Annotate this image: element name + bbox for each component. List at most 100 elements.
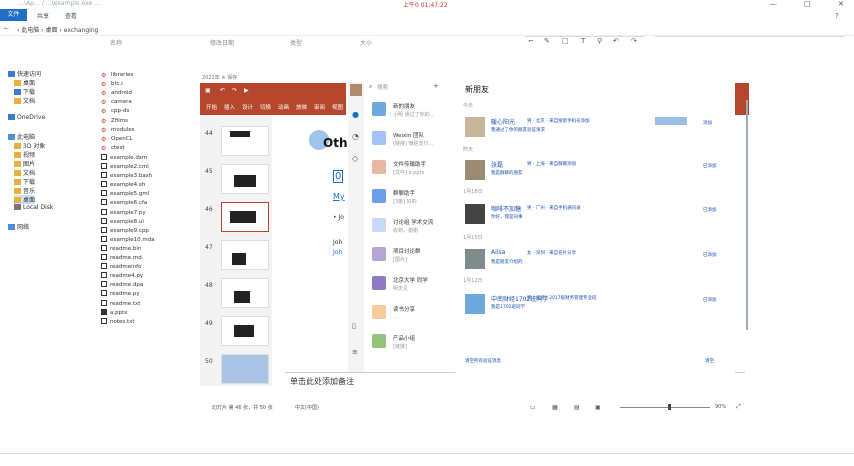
file-item[interactable]: example4.sh [101, 181, 145, 189]
sidebar-item[interactable]: 网络 [8, 222, 29, 231]
accept-button[interactable] [655, 117, 687, 125]
breadcrumb[interactable]: › 此电脑 › 桌面 › exchanging [17, 25, 98, 34]
sorter-view-icon[interactable]: ▦ [552, 404, 558, 411]
language-status[interactable]: 中文(中国) [295, 404, 319, 411]
ppt-menu-tab[interactable]: 放映 [296, 103, 307, 111]
tab-share[interactable]: 共享 [37, 11, 49, 20]
file-item[interactable]: readme.txt [101, 299, 140, 308]
file-item[interactable]: ⚙ bfc.l [101, 81, 123, 89]
chat-list-item[interactable]: 群聊助手 [3条] 好的 [372, 189, 452, 215]
chat-list-item[interactable]: 文件传输助手 [文件] a.pptx [372, 160, 452, 186]
redo-icon[interactable]: ↷ [232, 87, 237, 94]
minimize-button[interactable]: — [770, 0, 777, 8]
sidebar-item[interactable]: 下载 [14, 177, 35, 186]
tab-view[interactable]: 查看 [65, 11, 77, 20]
scrollbar[interactable] [745, 100, 750, 330]
slide-thumbnail[interactable] [221, 316, 269, 346]
file-item[interactable]: example.dsm [101, 153, 147, 162]
friend-request-item[interactable]: Ailsa 女 · 深圳 · 来自名片分享 我是朋友介绍的 已添加 [465, 249, 730, 279]
file-item[interactable]: example6.cfa [101, 199, 147, 207]
sidebar-item[interactable]: 桌面 [14, 195, 36, 204]
sidebar-item[interactable]: 文档 [14, 96, 35, 105]
sidebar-item[interactable]: 文档 [14, 168, 35, 177]
chat-list-item[interactable]: Weixin 团队 [链接] 微信支付… [372, 131, 452, 157]
friend-request-item[interactable]: 中南财经1702班同学男 · 武汉 · 2017级财务管理专业班 我是1702班同… [465, 294, 730, 324]
chat-list-item[interactable]: 北京大学 同学 明天见 [372, 276, 452, 302]
column-date[interactable]: 修改日期 [210, 38, 234, 47]
sidebar-item[interactable]: OneDrive [8, 114, 45, 123]
friend-request-item[interactable]: 暖心阳光 男 · 北京 · 来自搜索手机号添加 我通过了你的朋友验证请求 添加 [465, 117, 730, 147]
file-item[interactable]: readme.dpa [101, 281, 143, 289]
friend-name[interactable]: 暖心阳光 [491, 117, 515, 126]
slide-thumbnail[interactable] [221, 164, 269, 194]
file-item[interactable]: example5.gml [101, 190, 149, 198]
file-tab[interactable]: 文件 [0, 9, 27, 21]
file-item[interactable]: readme.py [101, 290, 140, 298]
help-icon[interactable]: ? [835, 12, 839, 20]
file-item[interactable]: readme.bin [101, 244, 141, 253]
friend-name[interactable]: 张磊 [491, 160, 503, 169]
chat-list-item[interactable]: 产品小组 [链接] [372, 334, 452, 360]
file-item[interactable]: ⚙ android [101, 90, 132, 98]
close-button[interactable]: ✕ [838, 0, 844, 8]
file-item[interactable]: example10.mda [101, 235, 155, 244]
friend-status[interactable]: 添加 [703, 120, 712, 126]
chat-list-item[interactable]: 讨论组 学术交流 收到，谢谢 [372, 218, 452, 244]
add-icon[interactable]: + [433, 82, 439, 90]
sidebar-item[interactable]: 3D 对象 [14, 141, 45, 150]
zoom-slider-thumb[interactable] [668, 404, 671, 410]
file-item[interactable]: readmeinfo [101, 263, 141, 271]
zoom-slider[interactable] [620, 407, 710, 408]
sidebar-item[interactable]: 图片 [14, 159, 35, 168]
chat-list-item[interactable]: 项目讨论群 [图片] [372, 247, 452, 273]
menu-icon[interactable]: ≡ [352, 348, 358, 356]
chat-icon[interactable]: ● [352, 110, 359, 119]
sidebar-item[interactable]: Local Disk [14, 204, 53, 213]
file-item[interactable]: ⚙ OpenCL [101, 136, 133, 144]
file-item[interactable]: a.pptx [101, 308, 128, 317]
back-icon[interactable]: ← [4, 25, 9, 32]
slide-thumbnail[interactable] [221, 202, 269, 232]
reading-view-icon[interactable]: ▤ [574, 404, 580, 411]
sidebar-item[interactable]: 视频 [14, 150, 35, 159]
normal-view-icon[interactable]: ▭ [530, 404, 536, 411]
search-input[interactable]: 搜索 [377, 83, 388, 91]
slide-thumbnail[interactable] [221, 240, 269, 270]
file-item[interactable]: ⚙ ctest [101, 145, 125, 153]
save-icon[interactable]: ▣ [205, 87, 211, 94]
undo-icon[interactable]: ↶ [220, 87, 225, 94]
clear-all-link[interactable]: 清空所有验证消息 [465, 358, 501, 364]
file-item[interactable]: ⚙ libraries [101, 72, 133, 80]
file-item[interactable]: readme.md [101, 254, 142, 262]
friend-name[interactable]: 咖啡不加糖 [491, 204, 521, 213]
start-show-icon[interactable]: ▶ [244, 87, 249, 94]
chat-list-item[interactable]: 读书分享… [372, 305, 452, 331]
friend-request-item[interactable]: 张磊 男 · 上海 · 来自群聊添加 我是群聊的朋友 已添加 [465, 160, 730, 190]
contacts-icon[interactable]: ◔ [352, 132, 359, 141]
file-item[interactable]: ⚙ Zfilms [101, 118, 128, 126]
ppt-menu-tab[interactable]: 切换 [260, 103, 271, 111]
sidebar-item[interactable]: 下载 [14, 87, 35, 96]
sidebar-item[interactable]: 此电脑 [8, 132, 35, 141]
column-name[interactable]: 名称 [110, 38, 122, 47]
slide-thumbnail[interactable] [221, 126, 269, 156]
file-item[interactable]: example8.ui [101, 217, 144, 226]
ppt-menu-tab[interactable]: 动画 [278, 103, 289, 111]
file-item[interactable]: example2.cml [101, 163, 149, 171]
clear-link[interactable]: 清空 [705, 358, 714, 364]
slide-editor[interactable]: Oth 0 My • Jo Joh Joh [273, 116, 348, 372]
chat-list-item[interactable]: 新的朋友 小明 通过了你的… [372, 102, 452, 128]
sidebar-item[interactable]: 快速访问 [8, 69, 41, 78]
file-item[interactable]: notes.txt [101, 317, 135, 326]
slideshow-view-icon[interactable]: ▣ [595, 404, 601, 411]
file-item[interactable]: ⚙ cpp-ds [101, 108, 129, 116]
notes-placeholder[interactable]: 单击此处添加备注 [290, 376, 354, 387]
friend-name[interactable]: Ailsa [491, 249, 505, 256]
ppt-menu-tab[interactable]: 开始 [206, 103, 217, 111]
fit-slide-icon[interactable]: ⤢ [736, 403, 741, 411]
slide-thumbnail[interactable] [221, 278, 269, 308]
slide-thumbnail[interactable] [221, 354, 269, 384]
phone-icon[interactable]: ▯ [352, 322, 356, 330]
ppt-menu-tab[interactable]: 审阅 [314, 103, 325, 111]
column-type[interactable]: 类型 [290, 38, 302, 47]
